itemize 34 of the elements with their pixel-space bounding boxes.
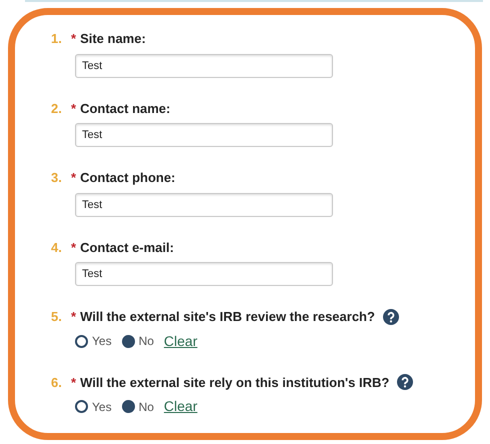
question-label: Contact phone:	[80, 169, 176, 187]
question-number: 2.	[51, 100, 63, 118]
radio-label: Yes	[92, 333, 112, 350]
radio-button[interactable]	[122, 400, 135, 413]
radio-label: Yes	[92, 398, 112, 416]
radio-button[interactable]	[75, 334, 88, 348]
required-asterisk: *	[71, 100, 76, 118]
question-label: Will the external site rely on this institution's IRB?	[80, 374, 390, 392]
clear-link[interactable]: Clear	[164, 396, 198, 417]
question-label: Contact name:	[80, 100, 170, 118]
question-number: 3.	[51, 169, 63, 187]
question-label: Site name:	[80, 30, 146, 48]
help-icon[interactable]	[382, 308, 399, 325]
radio-button[interactable]	[75, 400, 88, 413]
text-field[interactable]: Test	[75, 123, 333, 147]
clear-link[interactable]: Clear	[164, 330, 198, 352]
radio-button[interactable]	[122, 334, 135, 348]
text-field[interactable]: Test	[75, 54, 333, 78]
radio-label: No	[138, 333, 154, 350]
radio-label: No	[138, 398, 154, 416]
required-asterisk: *	[71, 238, 76, 256]
help-icon[interactable]	[397, 374, 414, 390]
question-number: 6.	[51, 374, 63, 392]
question-number: 5.	[51, 308, 63, 326]
required-asterisk: *	[71, 308, 76, 326]
question-label: Contact e-mail:	[80, 238, 174, 256]
question-number: 4.	[51, 238, 63, 256]
required-asterisk: *	[71, 169, 76, 187]
required-asterisk: *	[71, 30, 76, 48]
text-field[interactable]: Test	[75, 192, 333, 216]
required-asterisk: *	[71, 374, 76, 392]
question-number: 1.	[51, 30, 63, 48]
text-field[interactable]: Test	[75, 262, 333, 286]
question-label: Will the external site's IRB review the research?	[80, 308, 375, 326]
